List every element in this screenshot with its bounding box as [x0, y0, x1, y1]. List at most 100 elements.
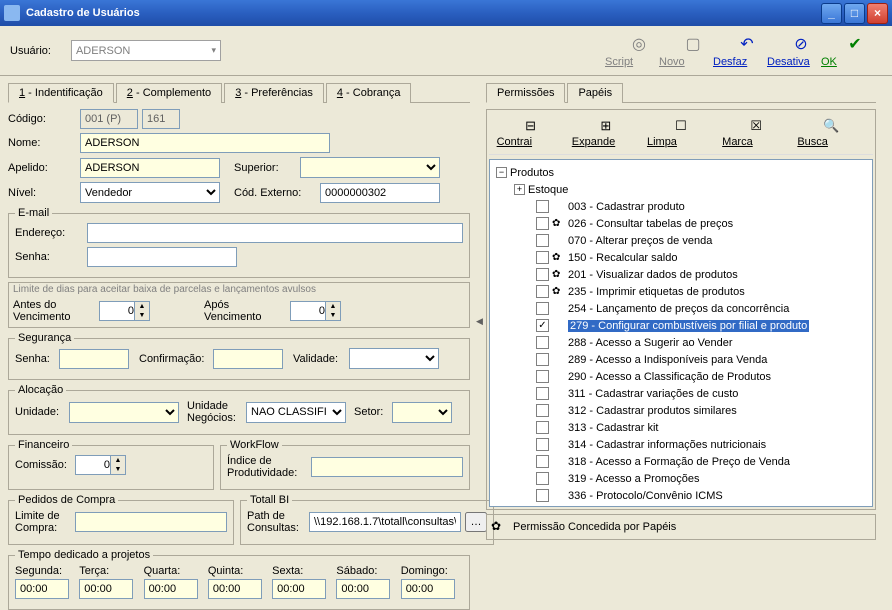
tree-item[interactable]: ✓ 279 - Configurar combustíveis por fili…	[492, 317, 870, 334]
tree-item[interactable]: 070 - Alterar preços de venda	[492, 232, 870, 249]
tree-item-text: 254 - Lançamento de preços da concorrênc…	[568, 303, 789, 315]
checkbox[interactable]	[536, 370, 549, 383]
tree-item[interactable]: 003 - Cadastrar produto	[492, 198, 870, 215]
tree-item[interactable]: ✿ 150 - Recalcular saldo	[492, 249, 870, 266]
tree-item[interactable]: 254 - Lançamento de preços da concorrênc…	[492, 300, 870, 317]
collapse-handle[interactable]: ◀	[476, 316, 483, 327]
unidade-neg-select[interactable]: NAO CLASSIFI	[246, 402, 346, 423]
day-label: Quarta:	[144, 565, 206, 577]
desfaz-button[interactable]: ↶ Desfaz	[720, 34, 774, 68]
tree-item-text: 290 - Acesso a Classificação de Produtos	[568, 371, 771, 383]
day-field[interactable]	[272, 579, 326, 599]
tree-item[interactable]: 312 - Cadastrar produtos similares	[492, 402, 870, 419]
tree-item[interactable]: 311 - Cadastrar variações de custo	[492, 385, 870, 402]
day-field[interactable]	[15, 579, 69, 599]
checkbox[interactable]: ✓	[536, 319, 549, 332]
superior-select[interactable]	[300, 157, 440, 178]
apelido-field[interactable]	[80, 158, 220, 178]
checkbox[interactable]	[536, 455, 549, 468]
day-field[interactable]	[79, 579, 133, 599]
checkbox[interactable]	[536, 302, 549, 315]
setor-select[interactable]	[392, 402, 452, 423]
tree-item[interactable]: 288 - Acesso a Sugerir ao Vender	[492, 334, 870, 351]
novo-button[interactable]: ▢ Novo	[666, 34, 720, 68]
checkbox[interactable]	[536, 506, 549, 507]
maximize-button[interactable]: □	[844, 3, 865, 24]
contrai-button[interactable]: ⊟Contrai	[497, 118, 565, 148]
collapse-icon[interactable]: −	[496, 167, 507, 178]
marca-button[interactable]: ☒Marca	[722, 118, 790, 148]
tree-item[interactable]: 290 - Acesso a Classificação de Produtos	[492, 368, 870, 385]
day-field[interactable]	[144, 579, 198, 599]
indice-field[interactable]	[311, 457, 463, 477]
apos-venc-spin[interactable]: ▲▼	[290, 301, 341, 321]
checkbox[interactable]	[536, 251, 549, 264]
tree-sub[interactable]: + Estoque	[492, 181, 870, 198]
checkbox[interactable]	[536, 285, 549, 298]
tree-item[interactable]: 341 - Cadastrar Índice Técnico de Produç…	[492, 504, 870, 507]
antes-venc-spin[interactable]: ▲▼	[99, 301, 150, 321]
minimize-button[interactable]: _	[821, 3, 842, 24]
checkbox[interactable]	[536, 489, 549, 502]
workflow-fieldset: WorkFlow Índice de Produtividade:	[220, 439, 470, 490]
pedidos-fieldset: Pedidos de Compra Limite de Compra:	[8, 494, 234, 545]
script-button[interactable]: ◎ Script	[612, 34, 666, 68]
codext-field[interactable]	[320, 183, 440, 203]
desativa-button[interactable]: ⊘ Desativa	[774, 34, 828, 68]
checkbox[interactable]	[536, 268, 549, 281]
checkbox[interactable]	[536, 438, 549, 451]
email-senha-field[interactable]	[87, 247, 237, 267]
limite-compra-field[interactable]	[75, 512, 227, 532]
path-field[interactable]	[309, 512, 461, 532]
tree-item[interactable]: ✿ 235 - Imprimir etiquetas de produtos	[492, 283, 870, 300]
tab-complemento[interactable]: 2 - Complemento	[116, 83, 222, 103]
check-icon: ✔	[845, 34, 865, 54]
tree-item[interactable]: 319 - Acesso a Promoções	[492, 470, 870, 487]
tree-item[interactable]: 289 - Acesso a Indisponíveis para Venda	[492, 351, 870, 368]
nome-field[interactable]	[80, 133, 330, 153]
nivel-select[interactable]: Vendedor	[80, 182, 220, 203]
seguranca-legend: Segurança	[15, 332, 74, 344]
tree-item[interactable]: 313 - Cadastrar kit	[492, 419, 870, 436]
seg-senha-field[interactable]	[59, 349, 129, 369]
permission-tree[interactable]: − Produtos + Estoque 003 - Cadastrar pro…	[489, 159, 873, 507]
busca-button[interactable]: 🔍Busca	[797, 118, 865, 148]
endereco-field[interactable]	[87, 223, 463, 243]
alocacao-fieldset: Alocação Unidade: Unidade Negócios: NAO …	[8, 384, 470, 435]
seg-conf-field[interactable]	[213, 349, 283, 369]
seg-validade-select[interactable]	[349, 348, 439, 369]
tab-preferencias[interactable]: 3 - Preferências	[224, 83, 324, 103]
checkbox[interactable]	[536, 387, 549, 400]
day-field[interactable]	[208, 579, 262, 599]
limpa-button[interactable]: ☐Limpa	[647, 118, 715, 148]
tree-root[interactable]: − Produtos	[492, 164, 870, 181]
expand-icon[interactable]: +	[514, 184, 525, 195]
tree-toolbar: ⊟Contrai ⊞Expande ☐Limpa ☒Marca 🔍Busca	[489, 112, 873, 155]
comissao-spin[interactable]: ▲▼	[75, 455, 126, 475]
tree-item[interactable]: 336 - Protocolo/Convênio ICMS	[492, 487, 870, 504]
ok-button[interactable]: ✔ OK	[828, 34, 882, 68]
tree-item[interactable]: 318 - Acesso a Formação de Preço de Vend…	[492, 453, 870, 470]
tab-permissoes[interactable]: Permissões	[486, 83, 565, 103]
checkbox[interactable]	[536, 353, 549, 366]
checkbox[interactable]	[536, 234, 549, 247]
checkbox[interactable]	[536, 200, 549, 213]
checkbox[interactable]	[536, 404, 549, 417]
tree-item[interactable]: ✿ 026 - Consultar tabelas de preços	[492, 215, 870, 232]
tab-cobranca[interactable]: 4 - Cobrança	[326, 83, 412, 103]
close-button[interactable]: ×	[867, 3, 888, 24]
day-field[interactable]	[401, 579, 455, 599]
tab-papeis[interactable]: Papéis	[567, 83, 623, 103]
usuario-select[interactable]: ADERSON	[71, 40, 221, 61]
unidade-select[interactable]	[69, 402, 179, 423]
tab-ident[interactable]: 1 - Indentificação	[8, 83, 114, 103]
checkbox[interactable]	[536, 472, 549, 485]
tree-item[interactable]: ✿ 201 - Visualizar dados de produtos	[492, 266, 870, 283]
tree-item[interactable]: 314 - Cadastrar informações nutricionais	[492, 436, 870, 453]
checkbox[interactable]	[536, 217, 549, 230]
expande-button[interactable]: ⊞Expande	[572, 118, 640, 148]
day-field[interactable]	[336, 579, 390, 599]
financeiro-fieldset: Financeiro Comissão: ▲▼	[8, 439, 214, 490]
checkbox[interactable]	[536, 421, 549, 434]
checkbox[interactable]	[536, 336, 549, 349]
